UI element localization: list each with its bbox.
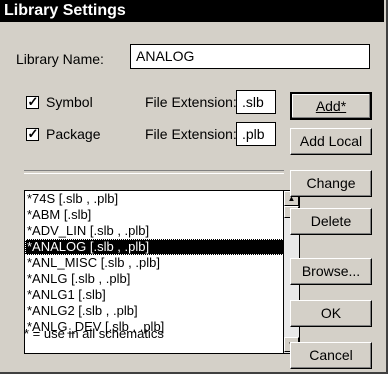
list-item[interactable]: *ADV_LIN [.slb , .plb] bbox=[25, 223, 299, 239]
close-icon[interactable]: × bbox=[370, 3, 384, 18]
title-bar[interactable]: Library Settings × bbox=[0, 0, 384, 22]
library-name-input[interactable]: ANALOG bbox=[130, 44, 370, 69]
list-item[interactable]: *ABM [.slb] bbox=[25, 207, 299, 223]
add-button[interactable]: Add* bbox=[290, 92, 372, 120]
add-button-label: Add* bbox=[315, 98, 347, 114]
add-local-button[interactable]: Add Local bbox=[290, 128, 372, 155]
list-item[interactable]: *ANLG1 [.slb] bbox=[25, 287, 299, 303]
list-item[interactable]: *ANL_MISC [.slb , .plb] bbox=[25, 255, 299, 271]
symbol-checkbox[interactable]: ✓ bbox=[26, 94, 39, 109]
footnote: * = use in all schematics bbox=[24, 326, 164, 341]
change-button[interactable]: Change bbox=[290, 170, 372, 197]
check-icon: ✓ bbox=[27, 126, 39, 141]
package-extension-input[interactable]: .plb bbox=[236, 122, 276, 146]
separator bbox=[24, 170, 284, 174]
library-name-label: Library Name: bbox=[16, 51, 104, 67]
browse-button[interactable]: Browse... bbox=[290, 258, 372, 285]
library-list-items: *74S [.slb , .plb] *ABM [.slb] *ADV_LIN [.… bbox=[25, 191, 299, 335]
package-checkbox[interactable]: ✓ bbox=[26, 126, 39, 141]
library-settings-dialog: Library Settings × Library Name: ANALOG … bbox=[0, 0, 388, 374]
symbol-extension-input[interactable]: .slb bbox=[236, 90, 276, 114]
check-icon: ✓ bbox=[27, 94, 39, 109]
symbol-extension-label: File Extension: bbox=[145, 94, 237, 110]
ok-button[interactable]: OK bbox=[290, 300, 372, 327]
dialog-title: Library Settings bbox=[4, 2, 126, 19]
delete-button[interactable]: Delete bbox=[290, 208, 372, 235]
list-item[interactable]: *74S [.slb , .plb] bbox=[25, 191, 299, 207]
list-item[interactable]: *ANLG2 [.slb , .plb] bbox=[25, 303, 299, 319]
symbol-label: Symbol bbox=[46, 94, 93, 110]
package-extension-label: File Extension: bbox=[145, 126, 237, 142]
package-label: Package bbox=[46, 126, 101, 142]
list-item[interactable]: *ANALOG [.slb , .plb] bbox=[25, 239, 299, 255]
list-item[interactable]: *ANLG [.slb , .plb] bbox=[25, 271, 299, 287]
cancel-button[interactable]: Cancel bbox=[290, 342, 372, 369]
